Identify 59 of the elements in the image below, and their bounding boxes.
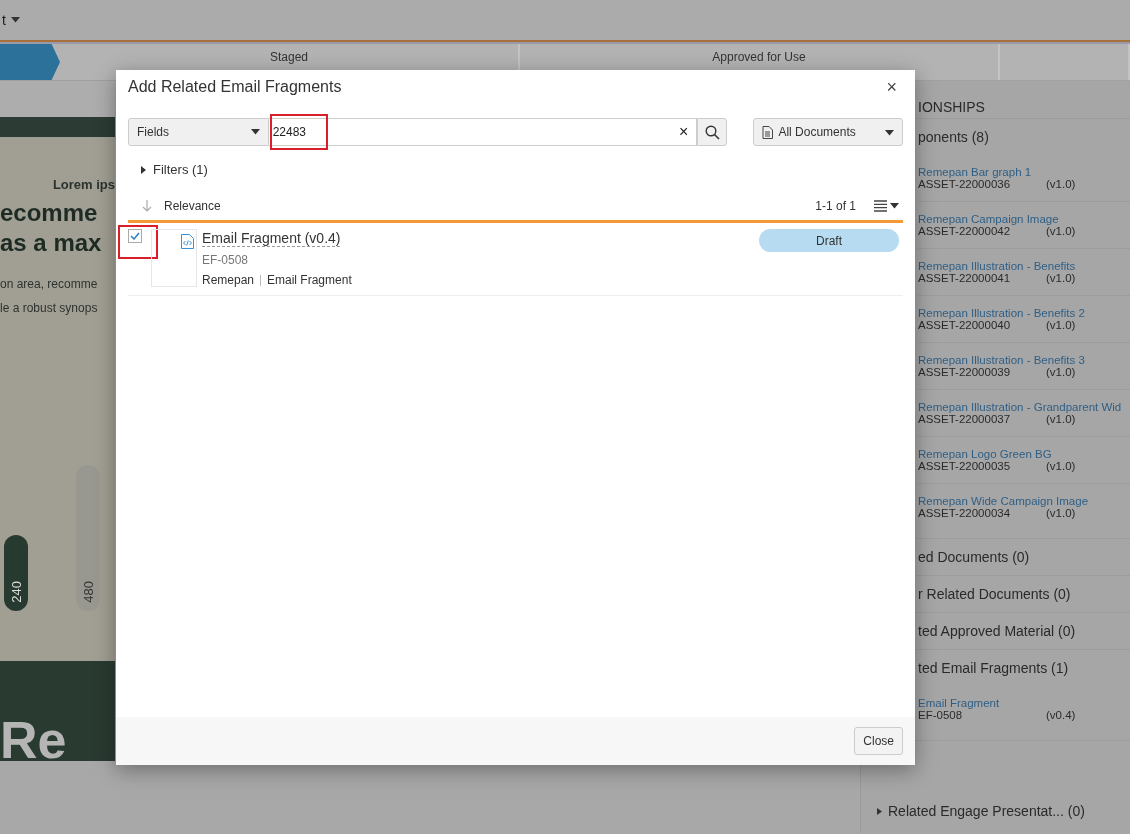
item-id: ASSET-22000037 — [918, 413, 1012, 425]
banner-text: Re — [0, 719, 67, 761]
item-version: (v1.0) — [1046, 225, 1076, 237]
caret-icon — [141, 165, 146, 174]
section-header[interactable]: ponents (8) — [918, 127, 1130, 147]
caret-icon — [250, 129, 260, 135]
item-id: ASSET-22000036 — [918, 178, 1012, 190]
preview-text: le a robust synops — [0, 300, 98, 317]
item-id: ASSET-22000035 — [918, 460, 1012, 472]
section-header[interactable]: r Related Documents (0) — [918, 584, 1130, 604]
result-title-link[interactable]: Email Fragment (v0.4) — [202, 230, 341, 247]
filters-toggle[interactable]: Filters (1) — [128, 161, 214, 178]
close-button[interactable]: Close — [854, 727, 903, 755]
search-icon — [704, 124, 720, 140]
item-id: ASSET-22000034 — [918, 507, 1012, 519]
preview-bar: 480 — [76, 465, 100, 611]
section-header[interactable]: Related Engage Presentat... (0) — [861, 793, 1130, 829]
item-id: ASSET-22000041 — [918, 272, 1012, 284]
preview-heading: as a max — [0, 228, 102, 258]
scope-dropdown[interactable]: All Documents — [753, 118, 903, 146]
caret-icon — [10, 17, 20, 23]
item-id: ASSET-22000042 — [918, 225, 1012, 237]
document-icon — [762, 125, 774, 139]
dialog-title: Add Related Email Fragments — [128, 78, 342, 96]
item-version: (v1.0) — [1046, 460, 1076, 472]
item-version: (v1.0) — [1046, 507, 1076, 519]
preview-eyebrow: Lorem ips — [52, 177, 115, 192]
down-arrow-icon — [142, 200, 152, 212]
checkbox[interactable] — [128, 229, 142, 243]
section-header[interactable]: ted Email Fragments (1) — [918, 658, 1130, 678]
item-version: (v1.0) — [1046, 366, 1076, 378]
clear-button[interactable]: × — [671, 123, 697, 141]
item-id: ASSET-22000039 — [918, 366, 1012, 378]
code-file-icon — [181, 234, 194, 249]
item-version: (v1.0) — [1046, 319, 1076, 331]
item-version: (v1.0) — [1046, 413, 1076, 425]
document-id: EF-0508 — [202, 253, 250, 267]
menu-label[interactable]: t — [2, 12, 6, 28]
preview-heading: ecomme — [0, 198, 98, 228]
section-header[interactable]: ed Documents (0) — [918, 547, 1130, 567]
preview-text: on area, recomme — [0, 276, 98, 293]
preview-bar: 240 — [4, 535, 28, 611]
caret-icon — [885, 130, 894, 136]
document-type: Email Fragment — [267, 273, 352, 287]
caret-icon — [890, 203, 899, 209]
item-id: ASSET-22000040 — [918, 319, 1012, 331]
section-header[interactable]: ted Approved Material (0) — [918, 621, 1130, 641]
brand-label: Remepan — [202, 273, 255, 287]
item-id: EF-0508 — [918, 709, 964, 721]
caret-icon — [877, 807, 882, 815]
result-count: 1-1 of 1 — [815, 199, 856, 213]
search-button[interactable] — [697, 118, 728, 146]
list-icon — [874, 200, 887, 212]
item-version: (v0.4) — [1046, 709, 1076, 721]
status-badge: Draft — [759, 229, 899, 252]
item-version: (v1.0) — [1046, 272, 1076, 284]
field-selector[interactable]: Fields — [128, 118, 269, 146]
sort-button[interactable]: Relevance — [142, 199, 221, 213]
item-version: (v1.0) — [1046, 178, 1076, 190]
